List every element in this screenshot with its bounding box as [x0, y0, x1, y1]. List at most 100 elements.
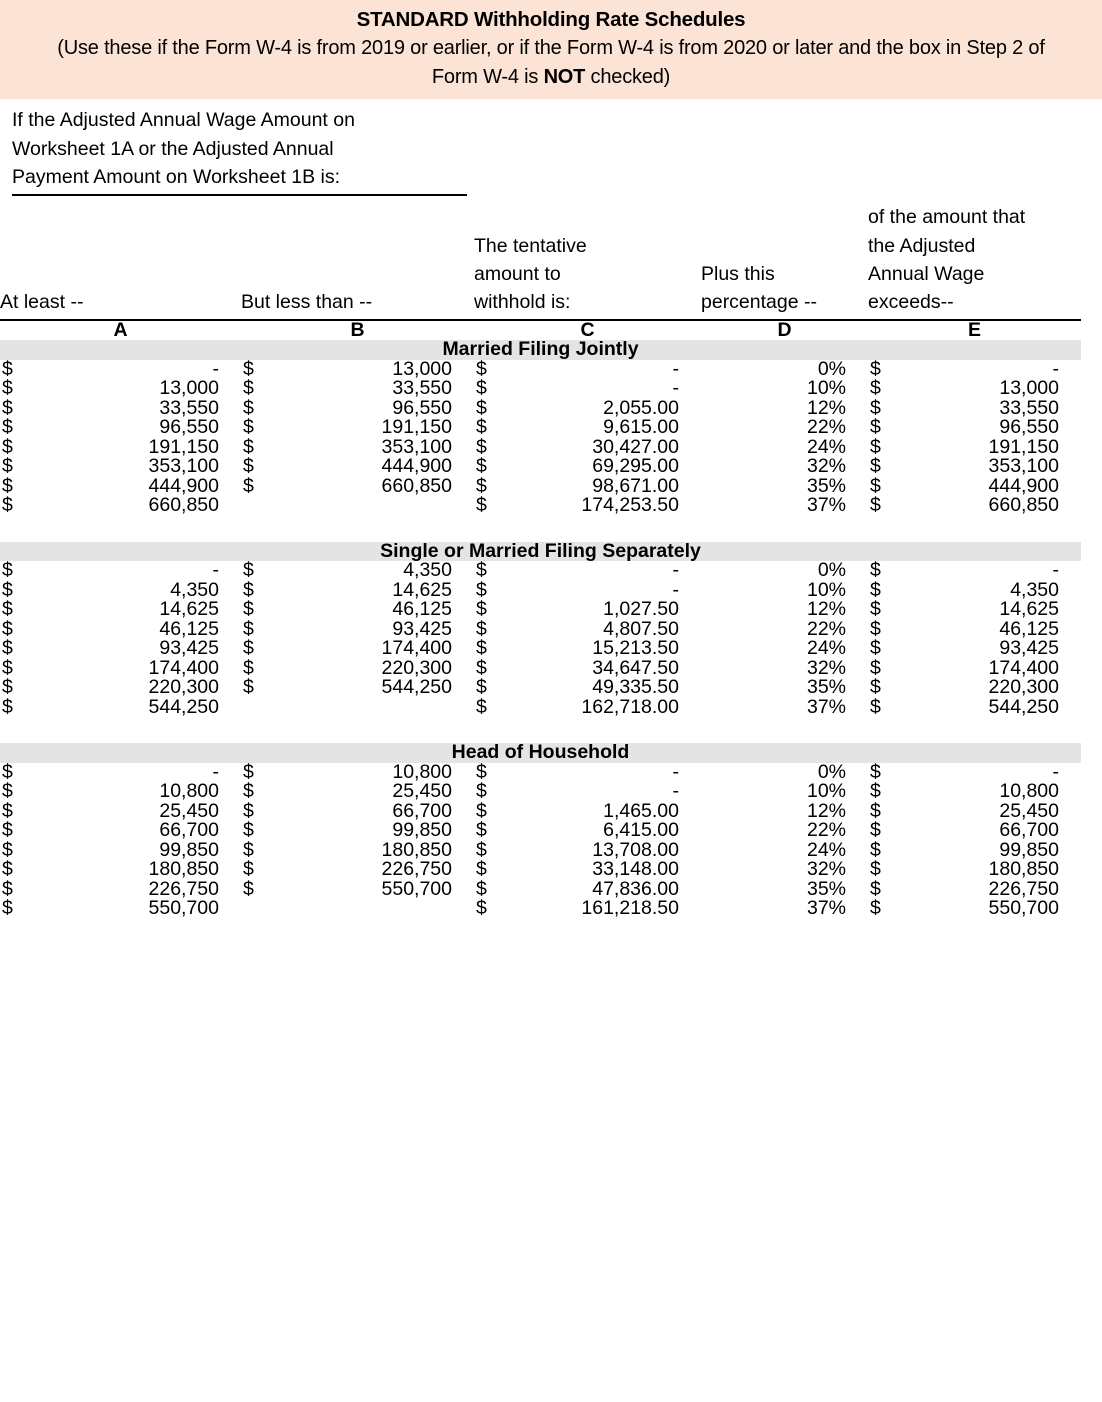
banner-subtitle-line2-post: checked): [585, 65, 671, 88]
cell-a-currency: $: [2, 416, 13, 439]
cell-d-percentage: 22%: [806, 819, 846, 842]
cell-a-value: 14,625: [159, 598, 219, 621]
cell-a-currency: $: [2, 455, 13, 478]
cell-c-value: 9,615.00: [603, 416, 679, 439]
cell-b-value: [271, 899, 474, 919]
section-spacer: [0, 717, 1081, 743]
cell-a-currency: $: [2, 377, 13, 400]
table-row: $220,300 $544,250 $49,335.50 35% $220,300: [0, 678, 1081, 698]
cell-b-value: 444,900: [381, 455, 453, 478]
cell-c-value: -: [672, 559, 680, 582]
header-d-line2: percentage --: [701, 291, 817, 314]
cell-a-value: 10,800: [159, 780, 219, 803]
header-c-line3: withhold is:: [474, 291, 571, 314]
cell-b-currency: $: [243, 858, 254, 881]
cell-e-currency: $: [870, 676, 881, 699]
cell-a-currency: $: [2, 897, 13, 920]
cell-a-currency: $: [2, 780, 13, 803]
header-e-line4: exceeds--: [868, 291, 954, 314]
cell-e-value: 220,300: [988, 676, 1060, 699]
cell-a-value: 660,850: [148, 494, 220, 517]
cell-b-currency: $: [243, 598, 254, 621]
cell-b-value: 99,850: [392, 819, 452, 842]
cell-e-value: 660,850: [988, 494, 1060, 517]
cell-e-value: 96,550: [999, 416, 1059, 439]
cell-b-value: 33,550: [392, 377, 452, 400]
banner-title: STANDARD Withholding Rate Schedules: [356, 8, 746, 31]
cell-c-value: -: [672, 377, 680, 400]
table-body: At least -- But less than -- The tentati…: [0, 196, 1081, 918]
cell-a-currency: $: [2, 676, 13, 699]
table-row: $353,100 $444,900 $69,295.00 32% $353,100: [0, 457, 1081, 477]
table-row: $13,000 $33,550 $ - 10% $13,000: [0, 379, 1081, 399]
cell-d-percentage: 37%: [806, 494, 846, 517]
cell-e-value: -: [1052, 559, 1060, 582]
cell-a-currency: $: [2, 598, 13, 621]
cell-a-currency: $: [2, 637, 13, 660]
cell-b-value: 4,350: [403, 559, 452, 582]
cell-b-currency: $: [243, 474, 254, 497]
cell-b-currency: $: [243, 455, 254, 478]
header-d-line1: Plus this: [701, 263, 775, 285]
cell-b-currency: $: [243, 559, 254, 582]
cell-e-value: 14,625: [999, 598, 1059, 621]
cell-e-currency: $: [870, 377, 881, 400]
header-cell-a: At least --: [0, 203, 241, 316]
section-header-row: Married Filing Jointly: [0, 340, 1081, 360]
cell-e-currency: $: [870, 780, 881, 803]
table-row: $93,425 $174,400 $15,213.50 24% $93,425: [0, 639, 1081, 659]
cell-b-currency: $: [243, 780, 254, 803]
header-cell-d: Plus this percentage --: [701, 203, 868, 316]
intro-line-2: Worksheet 1A or the Adjusted Annual: [12, 137, 334, 160]
table-row: $10,800 $25,450 $ - 10% $10,800: [0, 782, 1081, 802]
cell-c-currency: $: [476, 695, 487, 718]
cell-b-value: 191,150: [381, 416, 453, 439]
table-row: $96,550 $191,150 $9,615.00 22% $96,550: [0, 418, 1081, 438]
withholding-rate-schedule-page: STANDARD Withholding Rate Schedules (Use…: [0, 0, 1102, 1402]
cell-a-value: 13,000: [159, 377, 219, 400]
cell-c-value: 162,718.00: [581, 695, 679, 718]
cell-a-value: -: [212, 559, 220, 582]
column-letter-c: C: [580, 318, 595, 341]
cell-d-percentage: 0%: [817, 559, 846, 582]
cell-a-value: 96,550: [159, 416, 219, 439]
cell-e-value: 544,250: [988, 695, 1060, 718]
cell-a-value: 550,700: [148, 897, 220, 920]
section-header-row: Head of Household: [0, 743, 1081, 763]
column-letter-a: A: [113, 318, 128, 341]
cell-e-currency: $: [870, 897, 881, 920]
header-top-gap: [0, 196, 1081, 203]
cell-d-percentage: 35%: [806, 676, 846, 699]
cell-c-value: -: [672, 780, 680, 803]
cell-b-value: [271, 496, 474, 516]
cell-c-value: 15,213.50: [592, 637, 679, 660]
cell-e-currency: $: [870, 494, 881, 517]
cell-e-currency: $: [870, 416, 881, 439]
header-b-label: But less than --: [241, 291, 373, 314]
table-row: $544,250 $162,718.00 37% $544,250: [0, 695, 1081, 718]
table-row: $180,850 $226,750 $33,148.00 32% $180,850: [0, 860, 1081, 880]
cell-e-currency: $: [870, 819, 881, 842]
cell-c-currency: $: [476, 819, 487, 842]
table-row: $14,625 $46,125 $1,027.50 12% $14,625: [0, 600, 1081, 620]
cell-c-currency: $: [476, 559, 487, 582]
cell-b-currency: [241, 496, 271, 516]
header-e-line3: Annual Wage: [868, 263, 985, 285]
cell-c-currency: $: [476, 637, 487, 660]
cell-c-value: 69,295.00: [592, 455, 679, 478]
column-letter-row: A B C D E: [0, 320, 1081, 341]
section-header-row: Single or Married Filing Separately: [0, 541, 1081, 562]
cell-a-currency: $: [2, 494, 13, 517]
header-e-line1: of the amount that: [868, 206, 1026, 229]
cell-c-value: -: [672, 760, 680, 783]
cell-e-value: 66,700: [999, 819, 1059, 842]
cell-d-percentage: 24%: [806, 637, 846, 660]
cell-a-currency: $: [2, 858, 13, 881]
cell-b-currency: [241, 698, 271, 718]
intro-line-1: If the Adjusted Annual Wage Amount on: [12, 109, 355, 132]
cell-a-value: 544,250: [148, 695, 220, 718]
cell-c-currency: $: [476, 780, 487, 803]
column-letter-b: B: [350, 318, 365, 341]
cell-a-currency: $: [2, 559, 13, 582]
cell-a-value: 66,700: [159, 819, 219, 842]
